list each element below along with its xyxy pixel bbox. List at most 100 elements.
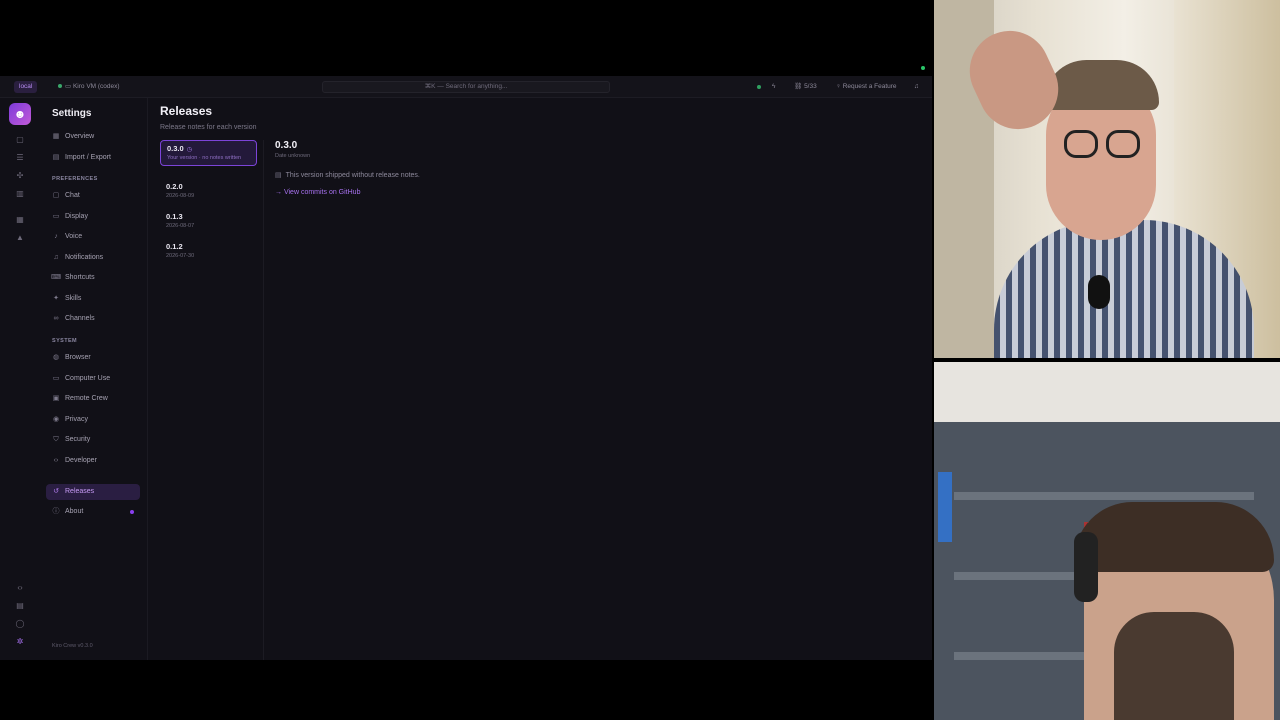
view-commits-label: View commits on GitHub — [283, 189, 361, 196]
nav-label: Overview — [65, 133, 95, 140]
nav-label: Shortcuts — [65, 274, 95, 281]
version-name: 0.1.3 — [166, 212, 183, 221]
headphone — [1074, 532, 1098, 602]
code-rail-icon[interactable]: ‹› — [13, 582, 27, 594]
monitor-icon: ▭ — [52, 375, 60, 382]
nav-label: Display — [65, 213, 88, 220]
shield-icon: ⛉ — [53, 436, 59, 443]
history-icon: ↺ — [53, 488, 59, 495]
info-icon: ⓘ — [52, 508, 60, 515]
releases-panel: Releases Release notes for each version … — [148, 98, 932, 660]
keyboard-icon: ⌨ — [51, 274, 62, 281]
settings-rail-icon[interactable]: ✲ — [13, 636, 27, 648]
puzzle-rail-icon[interactable]: ✣ — [13, 170, 27, 182]
nav-computer-use[interactable]: ▭ Computer Use — [46, 371, 140, 387]
globe-icon: ◍ — [52, 354, 60, 361]
nav-label: Releases — [65, 488, 95, 495]
nav-developer[interactable]: ‹› Developer — [46, 453, 140, 469]
version-date: 2026-08-07 — [166, 223, 195, 229]
local-chip[interactable]: local — [14, 81, 38, 93]
detail-date: Date unknown — [275, 153, 311, 159]
folder-rail-icon[interactable]: ▤ — [13, 600, 27, 612]
display-icon: ▭ — [52, 213, 60, 220]
version-item-0-3-0[interactable]: 0.3.0 ◷ Your version · no notes written — [160, 140, 257, 166]
nav-channels[interactable]: ∞ Channels — [46, 311, 140, 327]
flask-rail-icon[interactable]: ▲ — [13, 232, 27, 244]
nav-label: Browser — [65, 354, 91, 361]
nav-label: Security — [65, 436, 91, 443]
app-logo-icon[interactable]: ☻ — [9, 103, 31, 125]
database-rail-icon[interactable]: ☰ — [13, 152, 27, 164]
system-heading: SYSTEM — [52, 338, 78, 344]
skills-icon: ✦ — [53, 295, 59, 302]
link-icon: ∞ — [53, 315, 59, 322]
glasses-left — [1064, 130, 1098, 158]
apps-rail-icon[interactable]: ▦ — [13, 214, 27, 226]
document-icon: ▤ — [275, 172, 282, 179]
nav-shortcuts[interactable]: ⌨ Shortcuts — [46, 270, 140, 286]
nav-releases[interactable]: ↺ Releases — [46, 484, 140, 500]
bell-icon[interactable]: ♫ — [914, 81, 919, 93]
request-feature-label: Request a Feature — [842, 83, 897, 90]
release-notes-text: ▤ This version shipped without release no… — [275, 171, 875, 179]
nav-label: Notifications — [65, 254, 104, 261]
app-version-footer: Kiro Crew v0.3.0 — [52, 643, 93, 649]
nav-label: Skills — [65, 295, 82, 302]
nav-label: Remote Crew — [65, 395, 108, 402]
beard — [1114, 612, 1234, 720]
remote-icon: ▣ — [52, 395, 60, 402]
import-icon: ▤ — [52, 154, 60, 161]
video-tile-participant-1 — [934, 0, 1280, 358]
nav-label: Channels — [65, 315, 95, 322]
vm-label: Kiro VM (codex) — [72, 83, 120, 90]
list-divider — [263, 140, 264, 660]
nav-privacy[interactable]: ◉ Privacy — [46, 412, 140, 428]
nav-about[interactable]: ⓘ About — [46, 504, 140, 520]
chat-rail-icon[interactable]: ▢ — [13, 134, 27, 146]
version-item-0-2-0[interactable]: 0.2.0 2026-08-09 — [160, 179, 257, 205]
page-title: Releases — [160, 104, 213, 118]
icon-rail: ☻ ▢ ☰ ✣ ▥ ▦ ▲ ‹› ▤ ◯ ✲ — [0, 98, 40, 660]
version-name: 0.1.2 — [166, 242, 183, 251]
nav-security[interactable]: ⛉ Security — [46, 432, 140, 448]
lightbulb-icon: ♀ — [836, 83, 843, 90]
nav-label: Import / Export — [65, 154, 111, 161]
eye-icon: ◉ — [52, 416, 60, 423]
nav-browser[interactable]: ◍ Browser — [46, 350, 140, 366]
preferences-heading: PREFERENCES — [52, 176, 98, 182]
nav-remote-crew[interactable]: ▣ Remote Crew — [46, 391, 140, 407]
nav-import-export[interactable]: ▤ Import / Export — [46, 150, 140, 166]
nav-chat[interactable]: ▢ Chat — [46, 188, 140, 204]
request-feature-button[interactable]: ♀ Request a Feature — [836, 81, 897, 93]
version-item-0-1-3[interactable]: 0.1.3 2026-08-07 — [160, 209, 257, 235]
view-commits-link[interactable]: → View commits on GitHub — [275, 189, 875, 196]
shelf — [954, 492, 1254, 500]
video-tile-participant-2 — [934, 362, 1280, 720]
nav-voice[interactable]: ♪ Voice — [46, 229, 140, 245]
vm-status-dot — [58, 84, 62, 89]
bolt-icon[interactable]: ϟ — [772, 81, 775, 93]
hair — [1044, 60, 1159, 110]
screen: local ▭ Kiro VM (codex) ⌘K — Search for … — [0, 0, 1280, 720]
recording-indicator — [921, 66, 925, 70]
update-badge — [130, 510, 134, 514]
task-count-chip[interactable]: ⛓ 5/33 — [794, 81, 817, 93]
task-count-label: 5/33 — [804, 83, 817, 90]
current-version-icon: ◷ — [186, 147, 192, 153]
vm-selector[interactable]: ▭ Kiro VM (codex) — [58, 81, 120, 93]
nav-label: Voice — [65, 233, 83, 240]
search-input[interactable]: ⌘K — Search for anything... — [322, 81, 610, 93]
book-rail-icon[interactable]: ▥ — [13, 188, 27, 200]
nav-label: Developer — [65, 457, 97, 464]
nav-skills[interactable]: ✦ Skills — [46, 291, 140, 307]
nav-notifications[interactable]: ♫ Notifications — [46, 250, 140, 266]
grid-icon: ▦ — [52, 133, 60, 140]
version-date: 2026-08-09 — [166, 193, 195, 199]
code-icon: ‹› — [53, 457, 59, 464]
detail-version: 0.3.0 — [275, 140, 298, 151]
version-item-0-1-2[interactable]: 0.1.2 2026-07-30 — [160, 239, 257, 265]
bulb-rail-icon[interactable]: ◯ — [13, 618, 27, 630]
nav-label: Chat — [65, 192, 80, 199]
nav-overview[interactable]: ▦ Overview — [46, 129, 140, 145]
nav-display[interactable]: ▭ Display — [46, 209, 140, 225]
